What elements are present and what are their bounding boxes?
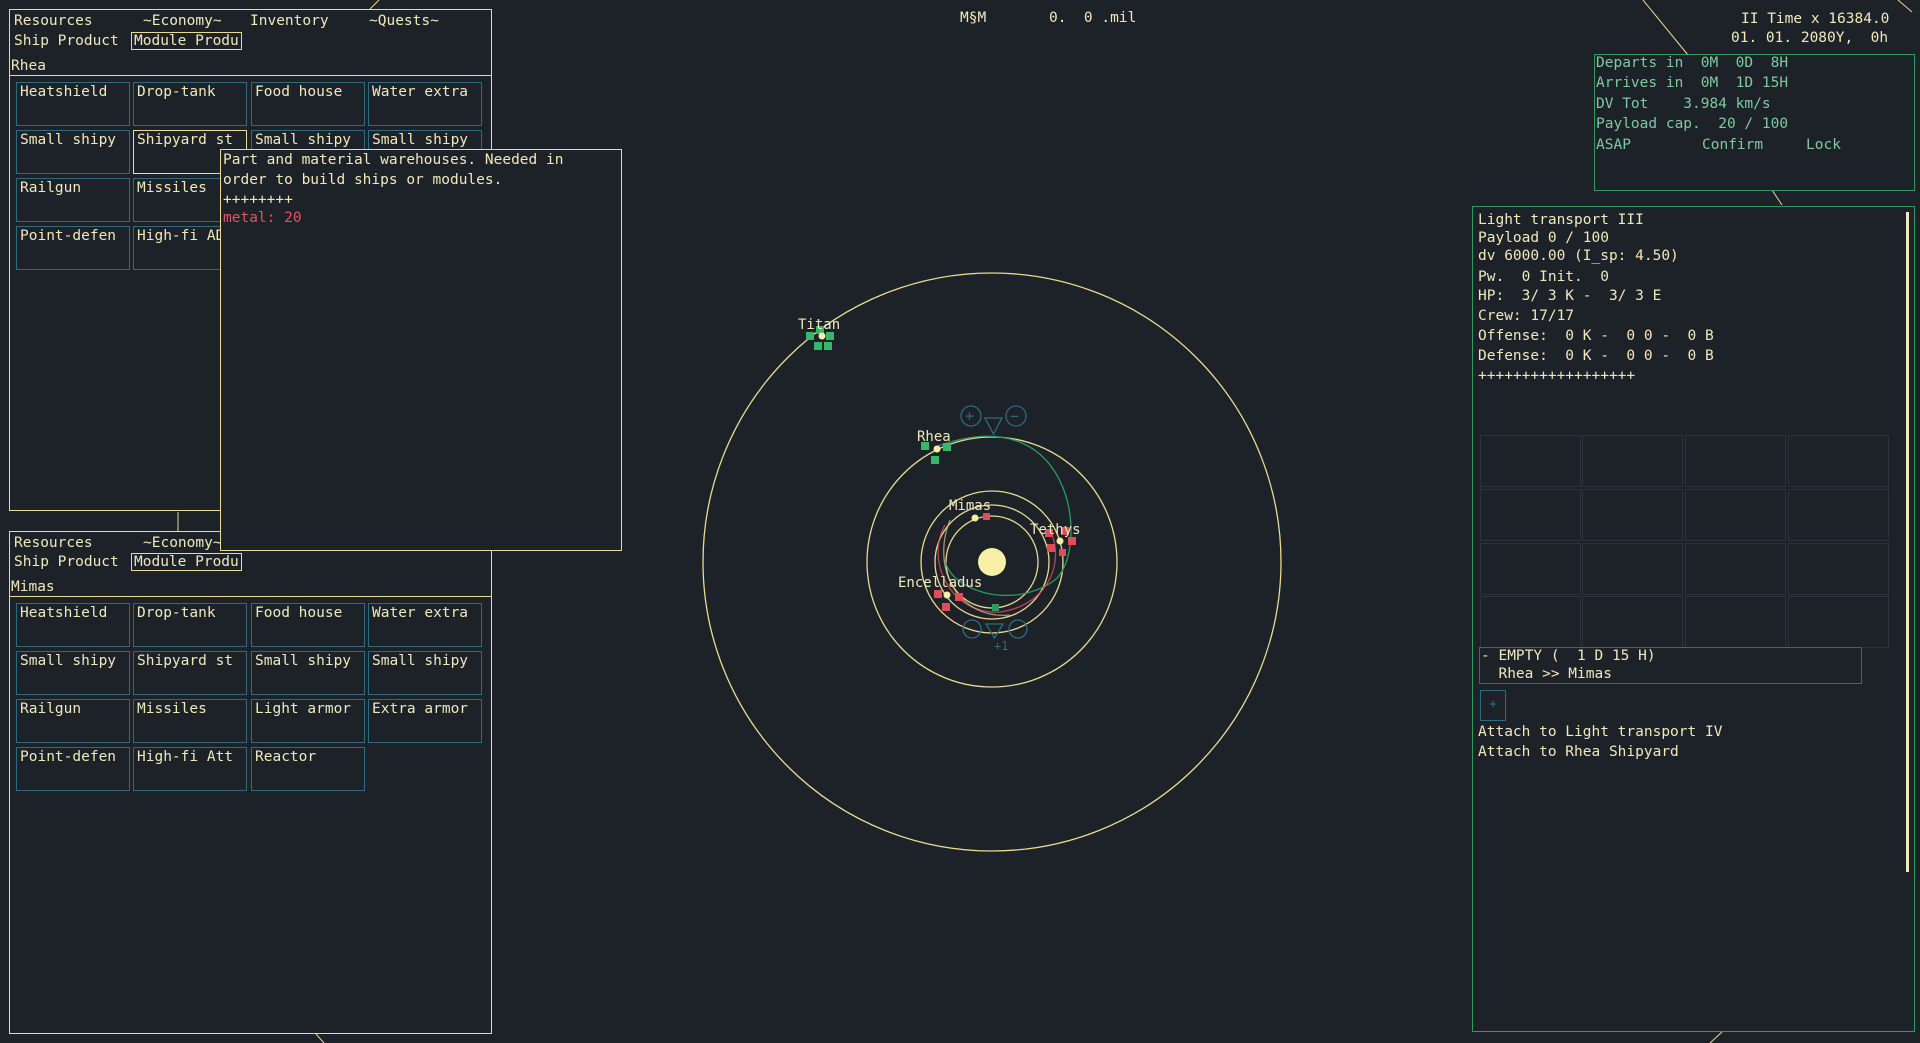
rhea-body[interactable] — [921, 442, 951, 464]
transfer-arrives: Arrives in 0M 1D 15H — [1596, 75, 1789, 91]
module-slot[interactable] — [1582, 543, 1683, 595]
add-route-button[interactable]: + — [1480, 690, 1506, 721]
subtab-ship-production[interactable]: Ship Product — [14, 33, 119, 49]
ship-defense: Defense: 0 K - 0 0 - 0 B — [1478, 348, 1714, 364]
module-water-extractor-2[interactable]: Water extra — [368, 603, 482, 647]
add-icon: + — [1489, 697, 1497, 712]
module-water-extractor[interactable]: Water extra — [368, 82, 482, 126]
module-railgun-2[interactable]: Railgun — [16, 699, 130, 743]
subtab-ship-production-2[interactable]: Ship Product — [14, 554, 119, 570]
module-slot[interactable] — [1582, 435, 1683, 487]
ship-name: Light transport III — [1478, 212, 1644, 228]
transfer-departs: Departs in 0M 0D 8H — [1596, 55, 1789, 71]
rhea-label: Rhea — [917, 429, 951, 445]
titan-label: Titan — [798, 317, 840, 333]
colony-name: Rhea — [11, 58, 46, 74]
module-point-defense-2[interactable]: Point-defen — [16, 747, 130, 791]
saturn-planet — [978, 548, 1006, 576]
ship-payload: Payload 0 / 100 — [1478, 230, 1609, 246]
module-slot[interactable] — [1788, 596, 1889, 648]
module-drop-tank-2[interactable]: Drop-tank — [133, 603, 247, 647]
time-controls-bottom[interactable] — [962, 619, 1028, 640]
module-small-shipyard-6[interactable]: Small shipy — [368, 651, 482, 695]
lock-button[interactable]: Lock — [1806, 136, 1841, 154]
attach-to-ship-link[interactable]: Attach to Light transport IV — [1478, 723, 1722, 741]
module-point-defense[interactable]: Point-defen — [16, 226, 130, 270]
ship-marker[interactable] — [992, 604, 999, 611]
module-slot[interactable] — [1480, 435, 1581, 487]
subtab-module-production-2[interactable]: Module Produ — [131, 553, 242, 571]
module-slot[interactable] — [1788, 489, 1889, 541]
tab-resources[interactable]: Resources — [14, 13, 93, 29]
tooltip-cost: metal: 20 — [223, 210, 302, 226]
module-heatshield-2[interactable]: Heatshield — [16, 603, 130, 647]
module-slot[interactable] — [1582, 596, 1683, 648]
tooltip-description-2: order to build ships or modules. — [223, 172, 503, 188]
module-extra-armor[interactable]: Extra armor — [368, 699, 482, 743]
module-slot[interactable] — [1685, 489, 1786, 541]
module-slot[interactable] — [1582, 489, 1683, 541]
module-light-armor[interactable]: Light armor — [251, 699, 365, 743]
balance-readout: 0. 0 .mil — [1049, 10, 1137, 26]
transfer-delta-v: DV Tot 3.984 km/s — [1596, 96, 1771, 112]
confirm-button[interactable]: Confirm — [1702, 136, 1763, 154]
ship-delta-v: dv 6000.00 (I_sp: 4.50) — [1478, 248, 1679, 264]
module-slot[interactable] — [1685, 435, 1786, 487]
module-heatshield[interactable]: Heatshield — [16, 82, 130, 126]
time-step-label: +1 — [994, 639, 1008, 653]
module-drop-tank[interactable]: Drop-tank — [133, 82, 247, 126]
module-reactor[interactable]: Reactor — [251, 747, 365, 791]
route-status: - EMPTY ( 1 D 15 H) — [1481, 648, 1656, 664]
attach-to-shipyard-link[interactable]: Attach to Rhea Shipyard — [1478, 743, 1679, 761]
tooltip-description-1: Part and material warehouses. Needed in — [223, 152, 564, 168]
zoom-out-icon[interactable]: − — [1010, 407, 1019, 425]
module-food-house[interactable]: Food house — [251, 82, 365, 126]
ship-panel-scrollbar[interactable] — [1906, 212, 1909, 872]
colony-panel-mimas-divider — [9, 596, 492, 597]
module-slot[interactable] — [1480, 543, 1581, 595]
module-slot[interactable] — [1685, 543, 1786, 595]
module-small-shipyard-4[interactable]: Small shipy — [16, 651, 130, 695]
module-small-shipyard-5[interactable]: Small shipy — [251, 651, 365, 695]
tab-economy-2[interactable]: ~Economy~ — [143, 535, 222, 551]
module-missiles-2[interactable]: Missiles — [133, 699, 247, 743]
module-high-fi-attack[interactable]: High-fi Att — [133, 747, 247, 791]
colony-panel-rhea-divider — [9, 75, 492, 76]
module-shipyard-storage-2[interactable]: Shipyard st — [133, 651, 247, 695]
tab-resources-2[interactable]: Resources — [14, 535, 93, 551]
tab-economy[interactable]: ~Economy~ — [143, 13, 222, 29]
time-scale: II Time x 16384.0 — [1741, 11, 1890, 27]
module-railgun[interactable]: Railgun — [16, 178, 130, 222]
tab-inventory[interactable]: Inventory — [250, 13, 329, 29]
asap-button[interactable]: ASAP — [1596, 136, 1631, 154]
encelladus-label: Encelladus — [898, 575, 982, 591]
transfer-payload: Payload cap. 20 / 100 — [1596, 116, 1789, 132]
currency-label: M§M — [960, 10, 987, 26]
ship-divider: ++++++++++++++++++ — [1478, 368, 1636, 384]
tethys-label: Tethys — [1030, 522, 1081, 538]
ship-crew: Crew: 17/17 — [1478, 308, 1575, 324]
module-slot[interactable] — [1480, 489, 1581, 541]
mimas-label: Mimas — [949, 498, 991, 514]
zoom-in-icon[interactable]: + — [965, 407, 974, 425]
ship-hp: HP: 3/ 3 K - 3/ 3 E — [1478, 288, 1662, 304]
module-food-house-2[interactable]: Food house — [251, 603, 365, 647]
module-slot[interactable] — [1685, 596, 1786, 648]
tab-quests[interactable]: ~Quests~ — [369, 13, 439, 29]
module-tooltip: Part and material warehouses. Needed in … — [220, 149, 622, 551]
tooltip-divider: ++++++++ — [223, 192, 293, 208]
ship-offense: Offense: 0 K - 0 0 - 0 B — [1478, 328, 1714, 344]
module-slot[interactable] — [1788, 435, 1889, 487]
ship-power: Pw. 0 Init. 0 — [1478, 269, 1609, 285]
module-small-shipyard[interactable]: Small shipy — [16, 130, 130, 174]
subtab-module-production[interactable]: Module Produ — [131, 32, 242, 50]
module-slot[interactable] — [1788, 543, 1889, 595]
colony-name-2: Mimas — [11, 579, 55, 595]
game-date: 01. 01. 2080Y, 0h — [1731, 30, 1889, 46]
route-path: Rhea >> Mimas — [1481, 666, 1612, 682]
module-slot[interactable] — [1480, 596, 1581, 648]
